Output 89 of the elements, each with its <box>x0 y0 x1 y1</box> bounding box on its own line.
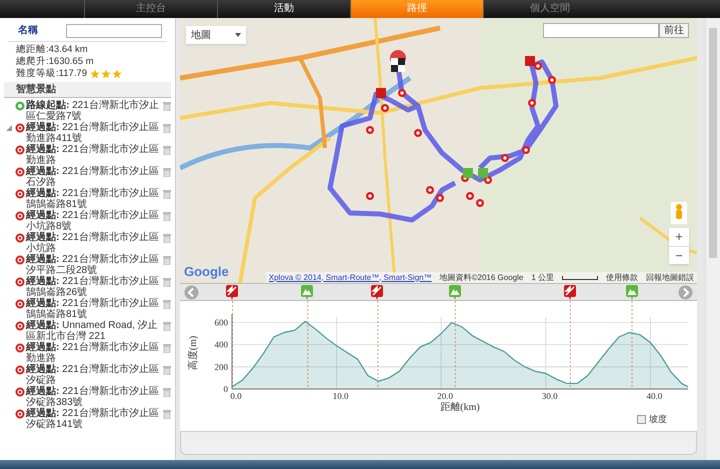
waypoint-marker-icon <box>15 189 25 199</box>
waypoint-item[interactable]: 經過點: Unnamed Road, 汐止區新北市台灣 221 <box>26 320 160 342</box>
summit-marker-icon[interactable] <box>301 285 314 301</box>
waypoint-marker-icon <box>15 277 25 287</box>
trash-icon[interactable] <box>163 146 171 155</box>
waypoint-item[interactable]: 經過點: 221台灣新北市汐止區勤進路 <box>26 342 160 364</box>
y-tick-label: 600 <box>214 318 228 328</box>
waypoint-item[interactable]: 路線起點: 221台灣新北市汐止區仁愛路7號 <box>26 100 160 122</box>
map-type-dropdown[interactable]: 地圖 <box>186 26 246 44</box>
waypoint-marker-icon <box>15 387 25 397</box>
trash-icon[interactable] <box>163 124 171 133</box>
summit-marker-icon[interactable] <box>448 285 461 301</box>
caret-icon <box>235 33 241 37</box>
star-icon <box>90 69 100 79</box>
star-icon <box>101 69 111 79</box>
scale-text: 1 公里 <box>531 272 554 283</box>
climb-start-marker-icon[interactable] <box>564 285 576 301</box>
x-tick-label: 30.0 <box>542 391 558 401</box>
go-button[interactable]: 前往 <box>659 23 689 38</box>
scale-bar <box>562 276 598 280</box>
waypoint-marker-icon <box>15 299 25 309</box>
y-tick-label: 400 <box>214 340 228 350</box>
y-tick-label: 0 <box>224 384 228 394</box>
name-input-field[interactable] <box>66 24 162 38</box>
start-marker-icon <box>15 101 25 111</box>
x-tick-label: 0.0 <box>230 391 242 401</box>
y-tick-label: 200 <box>214 362 228 372</box>
x-axis-title: 距離(km) <box>440 402 480 413</box>
zoom-out-button[interactable]: − <box>669 246 689 264</box>
waypoint-item[interactable]: 經過點: 221台灣新北市汐止區小坑路8號 <box>26 210 160 232</box>
report-map-error-link[interactable]: 回報地圖錯誤 <box>646 272 694 283</box>
waypoint-item[interactable]: 經過點: 221台灣新北市汐止區鵠鵠崙路81號 <box>26 188 160 210</box>
name-label: 名稱 <box>18 24 39 38</box>
slope-checkbox[interactable] <box>637 415 646 424</box>
waypoint-item[interactable]: 經過點: 221台灣新北市汐止區鵠鵠崙路26號 <box>26 276 160 298</box>
climb-start-marker-icon[interactable] <box>371 285 384 301</box>
terms-link[interactable]: 使用條款 <box>606 272 638 283</box>
waypoint-marker-icon <box>15 365 25 375</box>
total-climb-text: 總爬升:1630.65 m <box>16 56 95 68</box>
trash-icon[interactable] <box>163 278 171 287</box>
trash-icon[interactable] <box>163 300 171 309</box>
scrollbar-thumb[interactable] <box>709 28 717 258</box>
waypoint-marker-icon <box>15 255 25 265</box>
pegman-icon[interactable] <box>671 202 687 224</box>
waypoint-item[interactable]: 經過點: 221台灣新北市汐止區汐碇路383號 <box>26 386 160 408</box>
waypoint-marker-icon <box>15 211 25 221</box>
google-logo: Google <box>184 262 229 281</box>
trash-icon[interactable] <box>163 168 171 177</box>
summit-marker-icon[interactable] <box>626 285 638 301</box>
trash-icon[interactable] <box>163 102 171 111</box>
expand-triangle-icon[interactable] <box>6 125 12 131</box>
waypoint-item[interactable]: 經過點: 221台灣新北市汐止區汐碇路141號 <box>26 408 160 430</box>
trash-icon[interactable] <box>163 366 171 375</box>
waypoint-item[interactable]: 經過點: 221台灣新北市汐止區石汐路 <box>26 166 160 188</box>
waypoint-marker-icon <box>15 409 25 419</box>
trash-icon[interactable] <box>163 322 171 331</box>
climb-start-marker-icon[interactable] <box>226 285 238 301</box>
xplova-link[interactable]: Xplova © 2014, Smart-Route™, Smart-Sign™ <box>268 272 432 283</box>
waypoint-item[interactable]: 經過點: 221台灣新北市汐止區鵠鵠崙路81號 <box>26 298 160 320</box>
waypoint-marker-icon <box>15 167 25 177</box>
waypoint-item[interactable]: 經過點: 221台灣新北市汐止區汐平路二段28號 <box>26 254 160 276</box>
star-icon <box>112 69 122 79</box>
waypoint-item[interactable]: 經過點: 221台灣新北市汐止區勤進路 <box>26 144 160 166</box>
map-data-text: 地圖資料©2016 Google <box>440 272 524 283</box>
trash-icon[interactable] <box>163 344 171 353</box>
waypoint-item[interactable]: 經過點: 221台灣新北市汐止區汐碇路 <box>26 364 160 386</box>
x-tick-label: 40.0 <box>646 391 662 401</box>
location-search-field[interactable] <box>543 23 659 38</box>
waypoint-marker-icon <box>15 343 25 353</box>
y-axis-title: 高度(m) <box>188 336 199 370</box>
trash-icon[interactable] <box>163 212 171 221</box>
trash-icon[interactable] <box>163 190 171 199</box>
total-distance-text: 總距離:43.64 km <box>16 44 89 56</box>
waypoint-marker-icon <box>15 321 25 331</box>
waypoint-marker-icon <box>15 123 25 133</box>
slope-label: 坡度 <box>649 413 667 426</box>
section-header: 智慧景點 <box>4 82 171 98</box>
zoom-in-button[interactable]: + <box>669 228 689 246</box>
x-tick-label: 10.0 <box>332 391 348 401</box>
waypoint-item[interactable]: 經過點: 221台灣新北市汐止區小坑路 <box>26 232 160 254</box>
x-tick-label: 20.0 <box>437 391 454 401</box>
waypoint-marker-icon <box>15 145 25 155</box>
difficulty-text: 難度等級:117.79 <box>16 68 87 80</box>
trash-icon[interactable] <box>163 388 171 397</box>
waypoint-marker-icon <box>15 233 25 243</box>
waypoint-item[interactable]: 經過點: 221台灣新北市汐止區勤進路411號 <box>26 122 160 144</box>
trash-icon[interactable] <box>163 410 171 419</box>
trash-icon[interactable] <box>163 234 171 243</box>
trash-icon[interactable] <box>163 256 171 265</box>
